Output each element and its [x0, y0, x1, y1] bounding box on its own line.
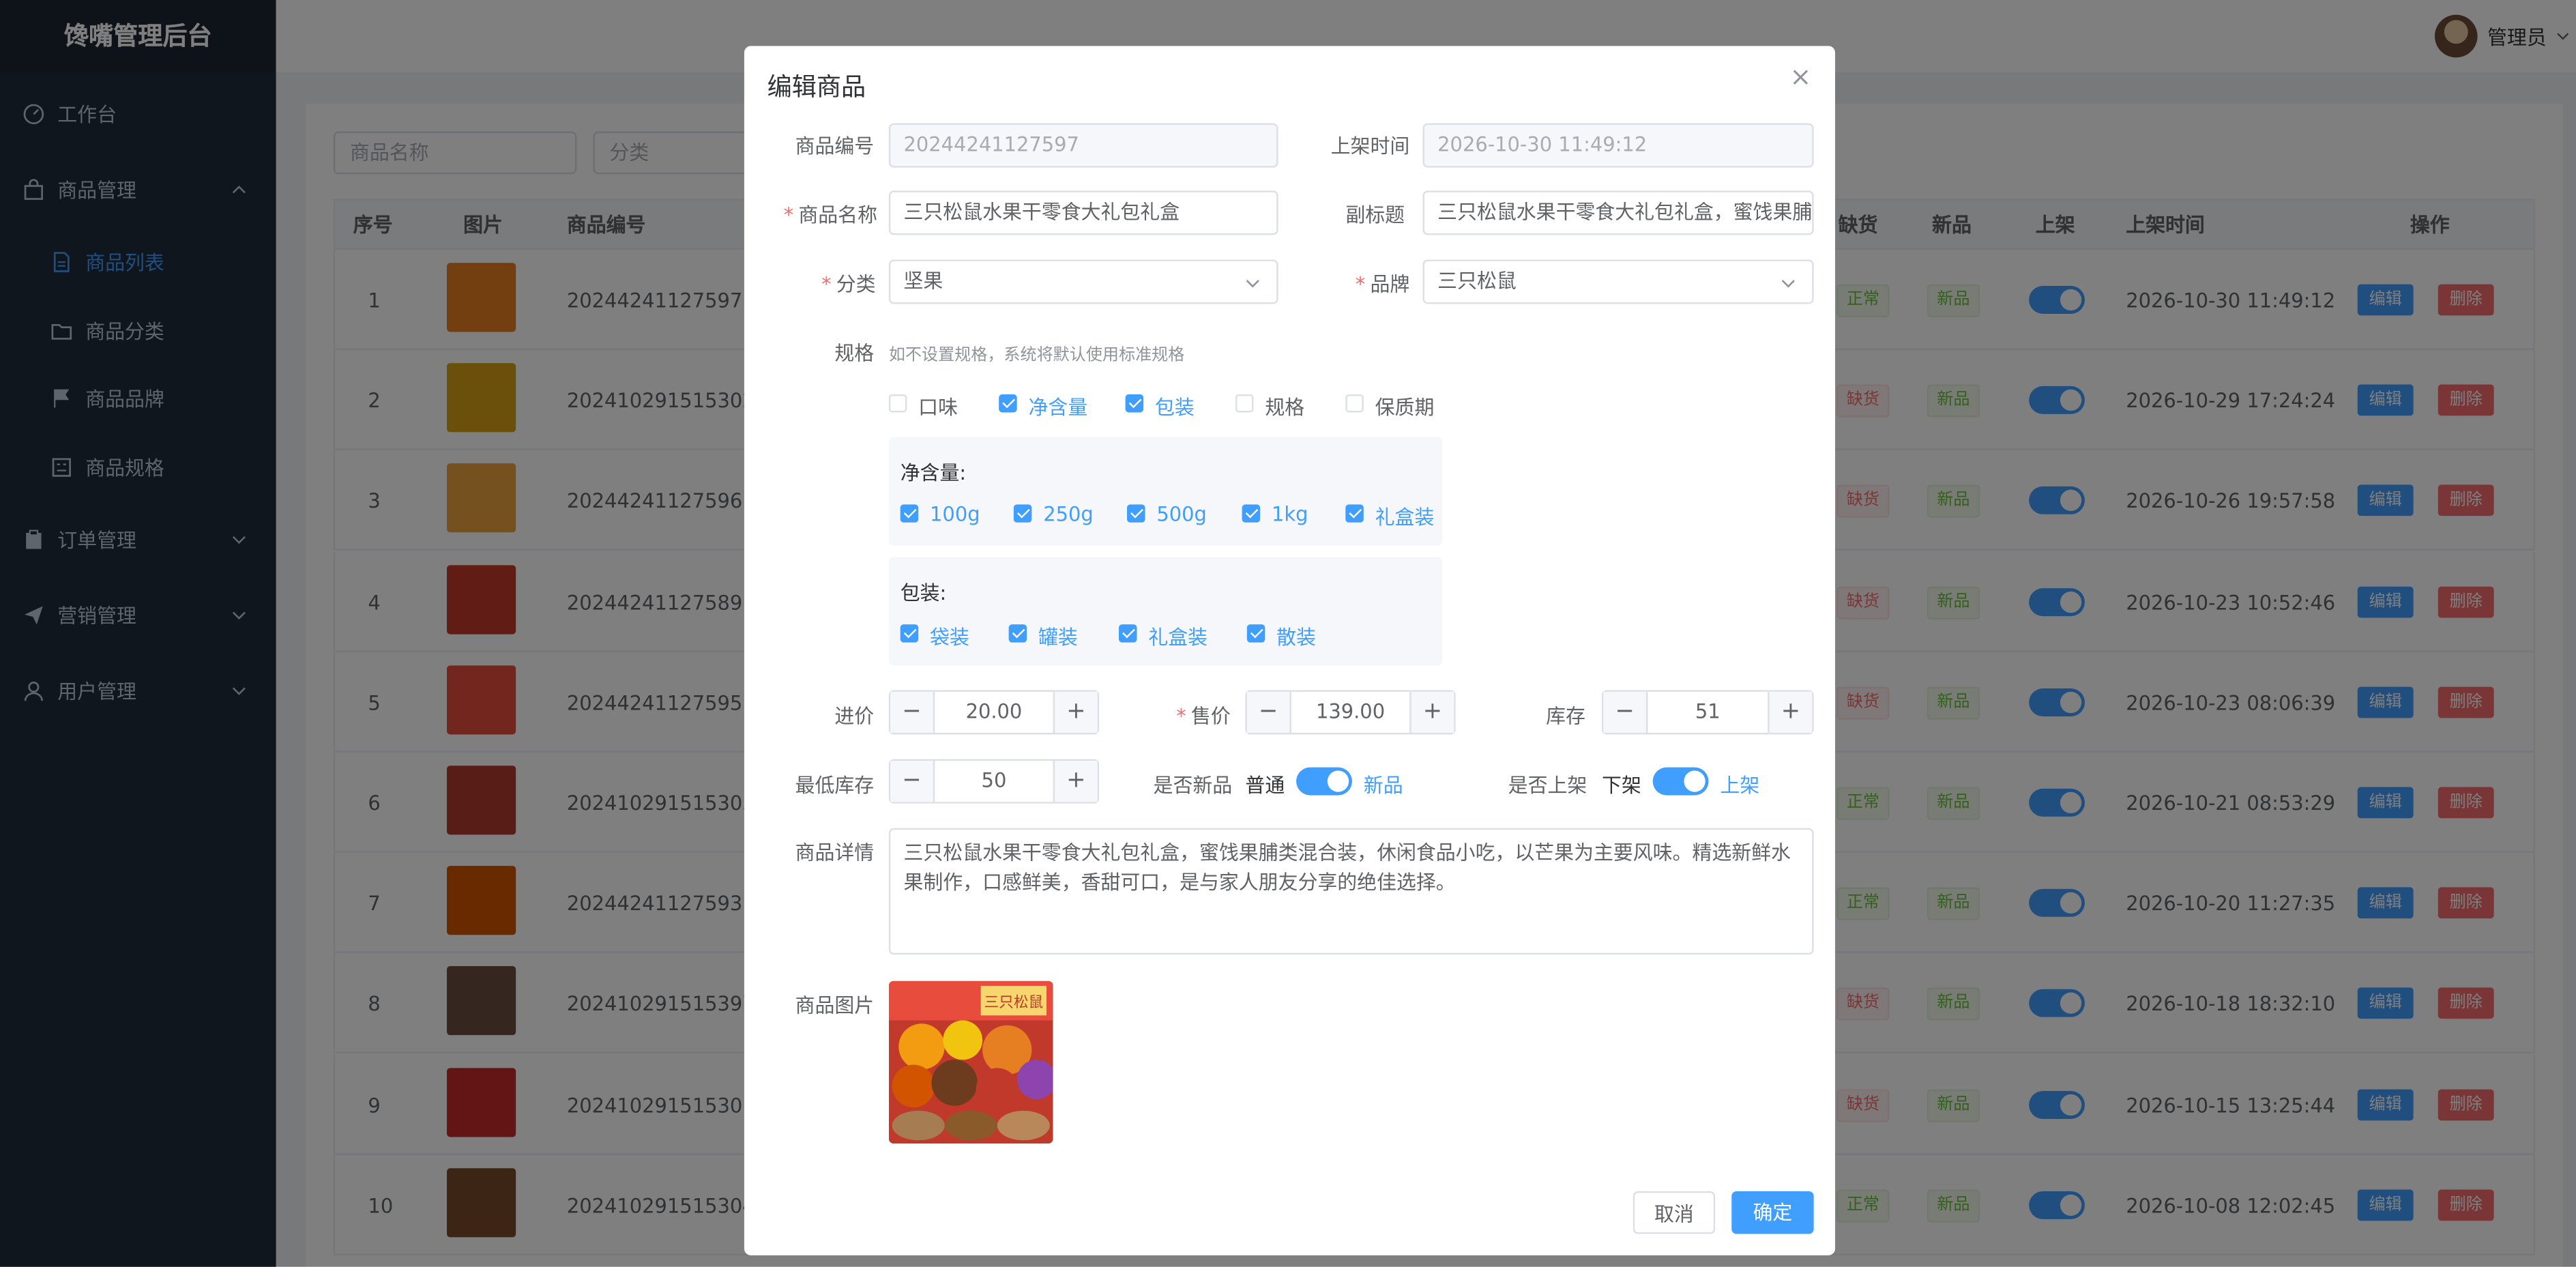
- label-spec: 规格: [834, 341, 875, 365]
- packaging-checkbox[interactable]: [1008, 624, 1027, 643]
- shelf-switch[interactable]: [1652, 767, 1709, 796]
- shelf-switch-on-label: 上架: [1720, 774, 1760, 797]
- spec-checkbox[interactable]: [1235, 394, 1254, 413]
- increment-button[interactable]: +: [1053, 691, 1098, 733]
- increment-button[interactable]: +: [1409, 691, 1454, 733]
- packaging-checkbox-label[interactable]: 散装: [1276, 623, 1316, 651]
- label-purchase-price: 进价: [834, 705, 875, 728]
- shelf-switch-off-label: 下架: [1601, 774, 1641, 797]
- detail-textarea[interactable]: 三只松鼠水果干零食大礼包礼盒，蜜饯果脯类混合装，休闲食品小吃，以芒果为主要风味。…: [888, 828, 1814, 955]
- label-shelf-time: 上架时间: [1330, 134, 1410, 158]
- decrement-button[interactable]: −: [890, 691, 935, 733]
- new-switch-on-label: 新品: [1363, 774, 1403, 797]
- net-content-checkbox[interactable]: [900, 504, 919, 523]
- category-select[interactable]: 坚果: [888, 259, 1278, 304]
- subtitle-input[interactable]: 三只松鼠水果干零食大礼包礼盒，蜜饯果脯类混合装，休闲食品小吃，以芒果为主要风味: [1422, 190, 1814, 235]
- label-sale-price: * 售价: [1176, 705, 1231, 728]
- decrement-button[interactable]: −: [1603, 691, 1648, 733]
- sale-price-stepper[interactable]: − 139.00 +: [1245, 690, 1456, 735]
- net-content-checkbox[interactable]: [1345, 504, 1364, 523]
- increment-button[interactable]: +: [1053, 760, 1098, 802]
- net-content-checkbox-label[interactable]: 250g: [1043, 503, 1094, 526]
- spec-checkbox[interactable]: [1125, 394, 1144, 413]
- packaging-checkbox-label[interactable]: 袋装: [930, 623, 969, 651]
- dialog-title: 编辑商品: [767, 72, 866, 102]
- purchase-price-stepper[interactable]: − 20.00 +: [888, 690, 1100, 735]
- increment-button[interactable]: +: [1768, 691, 1813, 733]
- chevron-down-icon: [1781, 280, 1795, 288]
- spec-checkbox-label[interactable]: 净含量: [1029, 393, 1088, 421]
- label-category: * 分类: [821, 272, 876, 296]
- confirm-button[interactable]: 确定: [1731, 1191, 1814, 1234]
- packaging-checkbox[interactable]: [1246, 624, 1265, 643]
- net-content-checkbox[interactable]: [1242, 504, 1261, 523]
- stock-value[interactable]: 51: [1646, 692, 1770, 733]
- packaging-title: 包装:: [900, 581, 947, 605]
- stock-stepper[interactable]: − 51 +: [1601, 690, 1814, 735]
- spec-checkbox[interactable]: [1345, 394, 1364, 413]
- net-content-checkbox[interactable]: [1127, 504, 1145, 523]
- min-stock-value[interactable]: 50: [933, 761, 1055, 802]
- label-min-stock: 最低库存: [795, 774, 875, 797]
- category-value: 坚果: [903, 269, 943, 293]
- label-subtitle: 副标题: [1345, 203, 1405, 227]
- edit-product-dialog: 编辑商品 商品编号 20244241127597 上架时间 2026-10-30…: [744, 46, 1835, 1255]
- packaging-checkbox[interactable]: [900, 624, 919, 643]
- brand-select[interactable]: 三只松鼠: [1422, 259, 1814, 304]
- net-content-checkbox-label[interactable]: 礼盒装: [1375, 503, 1435, 531]
- cancel-button[interactable]: 取消: [1633, 1191, 1716, 1234]
- code-input[interactable]: 20244241127597: [888, 123, 1278, 168]
- label-stock: 库存: [1546, 705, 1585, 728]
- sale-price-value[interactable]: 139.00: [1289, 692, 1411, 733]
- spec-checkbox[interactable]: [999, 394, 1017, 413]
- chevron-down-icon: [1246, 280, 1259, 288]
- net-content-checkbox-label[interactable]: 500g: [1156, 503, 1207, 526]
- label-brand: * 品牌: [1355, 272, 1410, 296]
- spec-checkbox[interactable]: [888, 394, 907, 413]
- label-name: * 商品名称: [783, 203, 878, 227]
- close-icon[interactable]: [1789, 65, 1813, 89]
- net-content-checkbox-label[interactable]: 1kg: [1272, 503, 1308, 526]
- packaging-checkbox-label[interactable]: 罐装: [1038, 623, 1078, 651]
- label-on-shelf: 是否上架: [1508, 774, 1587, 797]
- net-content-checkbox-label[interactable]: 100g: [930, 503, 980, 526]
- net-content-checkbox[interactable]: [1013, 504, 1032, 523]
- product-image[interactable]: 三只松鼠: [888, 980, 1053, 1144]
- spec-checkbox-label[interactable]: 包装: [1155, 393, 1195, 421]
- net-content-group: [888, 437, 1443, 546]
- spec-checkbox-label[interactable]: 规格: [1265, 393, 1304, 421]
- decrement-button[interactable]: −: [1246, 691, 1291, 733]
- shelf-time-input[interactable]: 2026-10-30 11:49:12: [1422, 123, 1814, 168]
- label-detail: 商品详情: [795, 841, 875, 864]
- brand-value: 三只松鼠: [1437, 269, 1517, 293]
- net-content-title: 净含量:: [900, 461, 967, 485]
- purchase-price-value[interactable]: 20.00: [933, 692, 1055, 733]
- image-brand-text: 三只松鼠: [984, 994, 1044, 1011]
- spec-checkbox-label[interactable]: 口味: [918, 393, 958, 421]
- label-is-new: 是否新品: [1153, 774, 1233, 797]
- packaging-checkbox[interactable]: [1118, 624, 1137, 643]
- new-switch-off-label: 普通: [1245, 774, 1285, 797]
- min-stock-stepper[interactable]: − 50 +: [888, 759, 1100, 804]
- label-code: 商品编号: [795, 134, 875, 158]
- spec-hint: 如不设置规格，系统将默认使用标准规格: [888, 347, 1185, 365]
- label-image: 商品图片: [795, 993, 875, 1017]
- decrement-button[interactable]: −: [890, 760, 935, 802]
- packaging-checkbox-label[interactable]: 礼盒装: [1148, 623, 1208, 651]
- name-input[interactable]: 三只松鼠水果干零食大礼包礼盒: [888, 190, 1278, 235]
- spec-checkbox-label[interactable]: 保质期: [1375, 393, 1435, 421]
- new-switch[interactable]: [1296, 767, 1352, 796]
